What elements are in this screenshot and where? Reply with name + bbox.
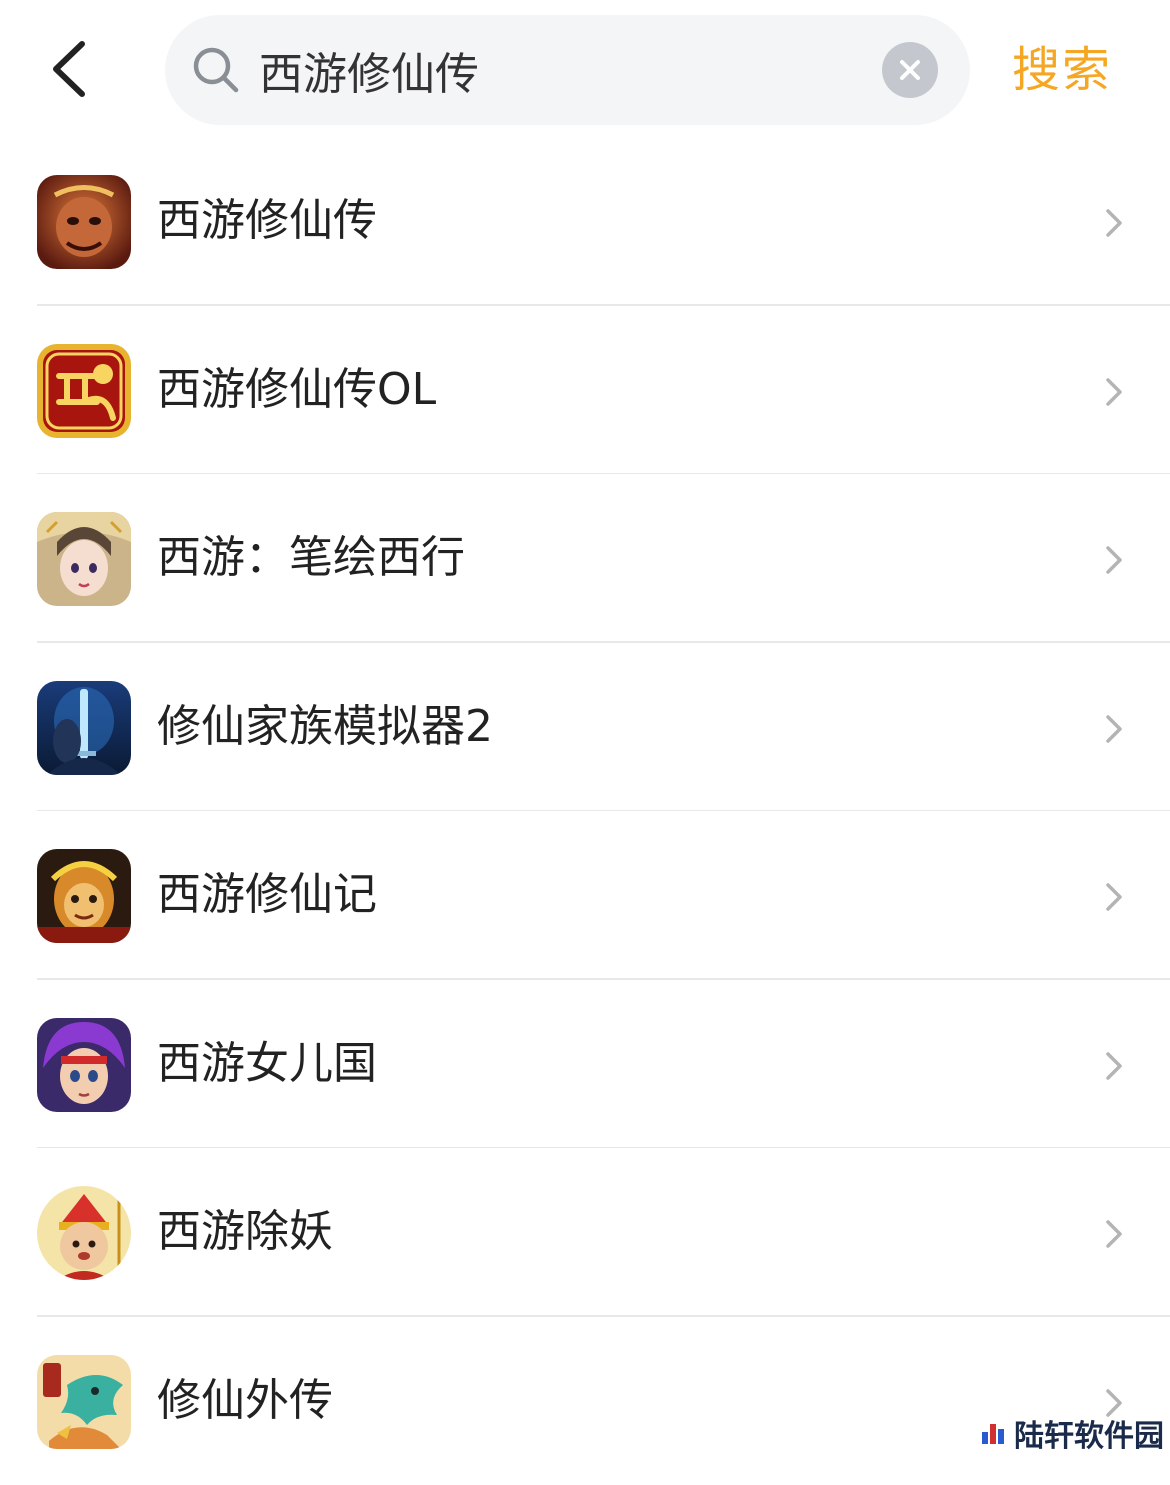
result-title: 修仙家族模拟器2 <box>157 695 493 759</box>
clear-search-button[interactable] <box>882 42 938 98</box>
search-button[interactable]: 搜索 <box>1012 40 1112 100</box>
anime-girl-app-icon <box>37 512 131 606</box>
purple-hair-hero-app-icon <box>37 1018 131 1112</box>
chevron-right-icon <box>1100 879 1128 915</box>
watermark: 陆轩软件园 <box>980 1413 1164 1453</box>
list-item[interactable]: 西游：笔绘西行 <box>0 474 1170 643</box>
list-item[interactable]: 西游除妖 <box>0 1148 1170 1317</box>
list-item[interactable]: 西游修仙传OL <box>0 306 1170 475</box>
chevron-right-icon <box>1100 542 1128 578</box>
list-item[interactable]: 西游修仙记 <box>0 811 1170 980</box>
chevron-left-icon <box>40 36 100 102</box>
monkey-king-app-icon <box>37 175 131 269</box>
result-title: 西游修仙记 <box>157 863 377 927</box>
chevron-right-icon <box>1100 711 1128 747</box>
list-item[interactable]: 修仙外传 <box>0 1317 1170 1485</box>
list-item[interactable]: 修仙家族模拟器2 <box>0 643 1170 812</box>
watermark-text: 陆轩软件园 <box>1014 1411 1164 1455</box>
result-title: 修仙外传 <box>157 1369 333 1433</box>
result-title: 西游除妖 <box>157 1200 333 1264</box>
list-item[interactable]: 西游女儿国 <box>0 980 1170 1149</box>
chevron-right-icon <box>1100 1048 1128 1084</box>
top-bar: 搜索 <box>0 0 1170 140</box>
dragon-cartoon-app-icon <box>37 1355 131 1449</box>
sword-warrior-app-icon <box>37 681 131 775</box>
back-button[interactable] <box>40 36 100 102</box>
result-title: 西游修仙传 <box>157 189 377 253</box>
search-icon <box>191 45 241 95</box>
chevron-right-icon <box>1100 374 1128 410</box>
search-bar[interactable] <box>165 15 970 125</box>
chevron-right-icon <box>1100 205 1128 241</box>
golden-monkey-app-icon <box>37 849 131 943</box>
xiyou-gold-app-icon <box>37 344 131 438</box>
clear-icon <box>898 58 922 82</box>
result-title: 西游修仙传OL <box>157 358 436 422</box>
result-title: 西游女儿国 <box>157 1032 377 1096</box>
search-input[interactable] <box>259 37 859 103</box>
result-title: 西游：笔绘西行 <box>157 526 465 590</box>
building-logo-icon <box>980 1420 1006 1446</box>
search-results-list: 西游修仙传 西游修仙传OL <box>0 137 1170 1485</box>
chevron-right-icon <box>1100 1216 1128 1252</box>
monk-cartoon-app-icon <box>37 1186 131 1280</box>
list-item[interactable]: 西游修仙传 <box>0 137 1170 306</box>
